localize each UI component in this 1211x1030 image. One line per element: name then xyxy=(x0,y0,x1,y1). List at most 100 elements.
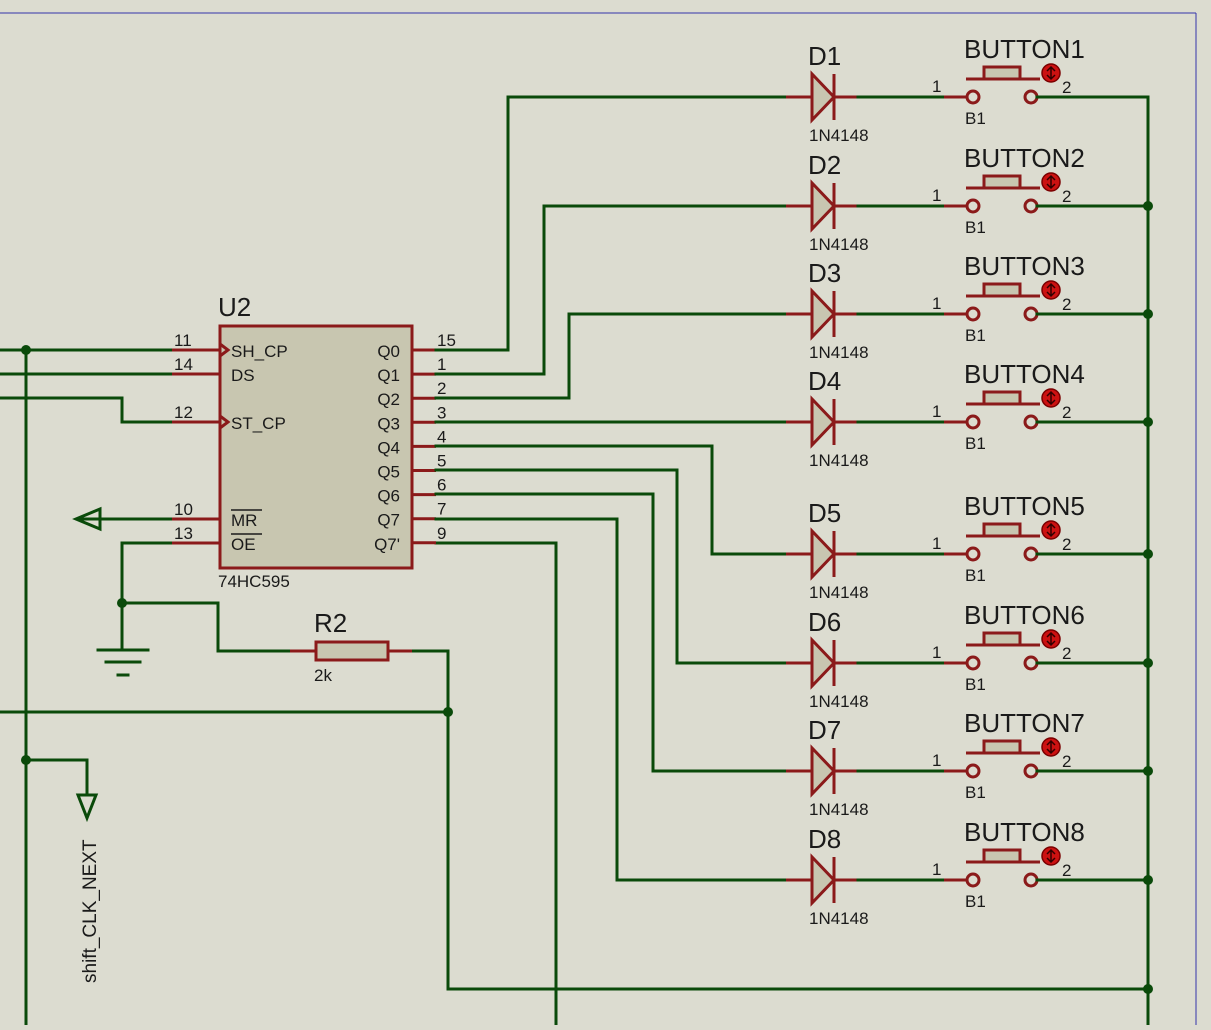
button-ref: BUTTON2 xyxy=(964,143,1085,173)
ic-pin-number: 6 xyxy=(437,476,446,495)
button-cap-icon xyxy=(982,282,1022,298)
bus-junction xyxy=(1143,658,1153,668)
button-contact-icon xyxy=(965,414,981,430)
button-2[interactable]: BUTTON2 1 2 B1 xyxy=(932,143,1085,237)
button-pin-number: 2 xyxy=(1062,752,1071,771)
ic-pin-name: Q7' xyxy=(374,535,400,554)
diode-d7[interactable]: D7 1N4148 xyxy=(786,715,869,819)
ic-pin-name: Q0 xyxy=(377,342,400,361)
button-cap-icon xyxy=(982,174,1022,190)
diode-ref: D7 xyxy=(808,715,841,745)
button-4[interactable]: BUTTON4 1 2 B1 xyxy=(932,359,1085,453)
button-pin-number: 2 xyxy=(1062,861,1071,880)
ic-pin-number: 14 xyxy=(174,355,193,374)
row-5: D5 1N4148 BUTTON5 1 2 B1 xyxy=(786,491,1153,602)
button-pin-number: 2 xyxy=(1062,187,1071,206)
button-label: B1 xyxy=(965,218,986,237)
row-4: D4 1N4148 BUTTON4 1 2 B1 xyxy=(786,359,1153,470)
schematic-canvas[interactable]: shift_CLK_NEXT U2 74HC595 11 SH_CP 14 DS 12 S… xyxy=(0,0,1211,1027)
diode-d1[interactable]: D1 1N4148 xyxy=(786,41,869,145)
diode-part: 1N4148 xyxy=(809,126,869,145)
button-label: B1 xyxy=(965,892,986,911)
ic-pin-number: 13 xyxy=(174,524,193,543)
ic-pin-name: Q2 xyxy=(377,390,400,409)
schematic-svg: shift_CLK_NEXT U2 74HC595 11SH_CP14DS12S… xyxy=(0,12,1197,1027)
diode-d8[interactable]: D8 1N4148 xyxy=(786,824,869,928)
ic-pin-name: MR xyxy=(231,511,257,530)
button-pin-number: 2 xyxy=(1062,644,1071,663)
button-ref: BUTTON5 xyxy=(964,491,1085,521)
button-contact-icon xyxy=(965,306,981,322)
button-pin-number: 2 xyxy=(1062,295,1071,314)
button-cap-icon xyxy=(982,848,1022,864)
diode-part: 1N4148 xyxy=(809,343,869,362)
button-7[interactable]: BUTTON7 1 2 B1 xyxy=(932,708,1085,802)
ic-part: 74HC595 xyxy=(218,572,290,591)
generic-terminal-icon[interactable] xyxy=(72,506,102,532)
ic-pin-name: Q1 xyxy=(377,366,400,385)
diode-d2[interactable]: D2 1N4148 xyxy=(786,150,869,254)
diode-icon xyxy=(810,636,837,690)
diode-d4[interactable]: D4 1N4148 xyxy=(786,366,869,470)
button-cap-icon xyxy=(982,522,1022,538)
diode-part: 1N4148 xyxy=(809,692,869,711)
row-3: D3 1N4148 BUTTON3 1 2 B1 xyxy=(786,251,1153,362)
button-cap-icon xyxy=(982,390,1022,406)
button-contact-icon xyxy=(1023,872,1039,888)
net-label: shift_CLK_NEXT xyxy=(80,839,101,983)
resistor-r2[interactable]: R2 2k xyxy=(290,608,412,685)
button-contact-icon xyxy=(965,655,981,671)
bus-junction xyxy=(1143,984,1153,994)
diode-d5[interactable]: D5 1N4148 xyxy=(786,498,869,602)
button-3[interactable]: BUTTON3 1 2 B1 xyxy=(932,251,1085,345)
bus-junction xyxy=(1143,875,1153,885)
button-ref: BUTTON4 xyxy=(964,359,1085,389)
diode-d3[interactable]: D3 1N4148 xyxy=(786,258,869,362)
button-label: B1 xyxy=(965,109,986,128)
button-label: B1 xyxy=(965,434,986,453)
diode-d6[interactable]: D6 1N4148 xyxy=(786,607,869,711)
ic-u2[interactable]: U2 74HC595 11SH_CP14DS12ST_CP10MR13OE 15… xyxy=(172,292,456,591)
row-8: D8 1N4148 BUTTON8 1 2 B1 xyxy=(786,817,1153,928)
diode-part: 1N4148 xyxy=(809,235,869,254)
ic-pin-name: Q7 xyxy=(377,511,400,530)
button-contact-icon xyxy=(965,89,981,105)
button-8[interactable]: BUTTON8 1 2 B1 xyxy=(932,817,1085,911)
diode-icon xyxy=(810,853,837,907)
button-contact-icon xyxy=(965,546,981,562)
button-6[interactable]: BUTTON6 1 2 B1 xyxy=(932,600,1085,694)
diode-ref: D3 xyxy=(808,258,841,288)
net-terminal-icon[interactable] xyxy=(75,793,99,823)
button-ref: BUTTON3 xyxy=(964,251,1085,281)
ic-pin-number: 11 xyxy=(174,331,192,350)
diode-part: 1N4148 xyxy=(809,583,869,602)
button-pin-number: 2 xyxy=(1062,535,1071,554)
ic-pin-number: 15 xyxy=(437,331,456,350)
button-ref: BUTTON1 xyxy=(964,34,1085,64)
button-ref: BUTTON7 xyxy=(964,708,1085,738)
diode-part: 1N4148 xyxy=(809,800,869,819)
button-5[interactable]: BUTTON5 1 2 B1 xyxy=(932,491,1085,585)
button-contact-icon xyxy=(1023,763,1039,779)
button-label: B1 xyxy=(965,783,986,802)
ground-icon[interactable] xyxy=(96,648,150,677)
ic-pin-number: 1 xyxy=(437,355,446,374)
row-2: D2 1N4148 BUTTON2 1 2 B1 xyxy=(786,143,1153,254)
bus-junction xyxy=(1143,201,1153,211)
button-1[interactable]: BUTTON1 1 2 B1 xyxy=(932,34,1085,128)
button-contact-icon xyxy=(965,763,981,779)
diode-icon xyxy=(810,527,837,581)
button-cap-icon xyxy=(982,65,1022,81)
bus-junction xyxy=(1143,766,1153,776)
button-pin-number: 2 xyxy=(1062,78,1071,97)
row-6: D6 1N4148 BUTTON6 1 2 B1 xyxy=(786,600,1153,711)
button-contact-icon xyxy=(965,872,981,888)
button-label: B1 xyxy=(965,675,986,694)
ic-pin-name: OE xyxy=(231,535,256,554)
output-wires xyxy=(434,95,788,882)
diode-icon xyxy=(810,287,837,341)
row-7: D7 1N4148 BUTTON7 1 2 B1 xyxy=(786,708,1153,819)
row-1: D1 1N4148 BUTTON1 1 2 B1 xyxy=(786,34,1150,145)
diode-part: 1N4148 xyxy=(809,909,869,928)
diode-icon xyxy=(810,70,837,124)
